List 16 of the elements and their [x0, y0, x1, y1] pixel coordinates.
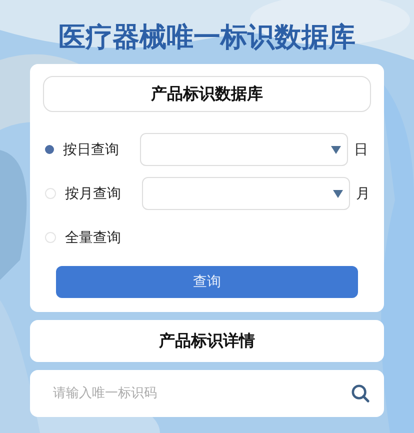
caret-icon — [333, 190, 343, 198]
unit-label: 月 — [356, 184, 370, 202]
section-heading: 产品标识详情 — [30, 320, 384, 362]
radio-button[interactable] — [45, 145, 54, 154]
caret-icon — [331, 146, 341, 154]
page-title: 医疗器械唯一标识数据库 — [58, 21, 356, 55]
search-icon[interactable] — [351, 384, 370, 403]
radio-label[interactable]: 按月查询 — [65, 184, 135, 202]
section-heading: 产品标识数据库 — [43, 76, 371, 112]
search-field[interactable]: 请输入唯一标识码 — [30, 370, 384, 417]
dropdown-field[interactable] — [142, 177, 350, 210]
query-button[interactable]: 查询 — [56, 266, 358, 298]
unit-label: 日 — [354, 140, 368, 158]
dropdown-field[interactable] — [140, 133, 348, 166]
radio-label[interactable]: 全量查询 — [65, 228, 135, 246]
radio-label[interactable]: 按日查询 — [63, 140, 133, 158]
